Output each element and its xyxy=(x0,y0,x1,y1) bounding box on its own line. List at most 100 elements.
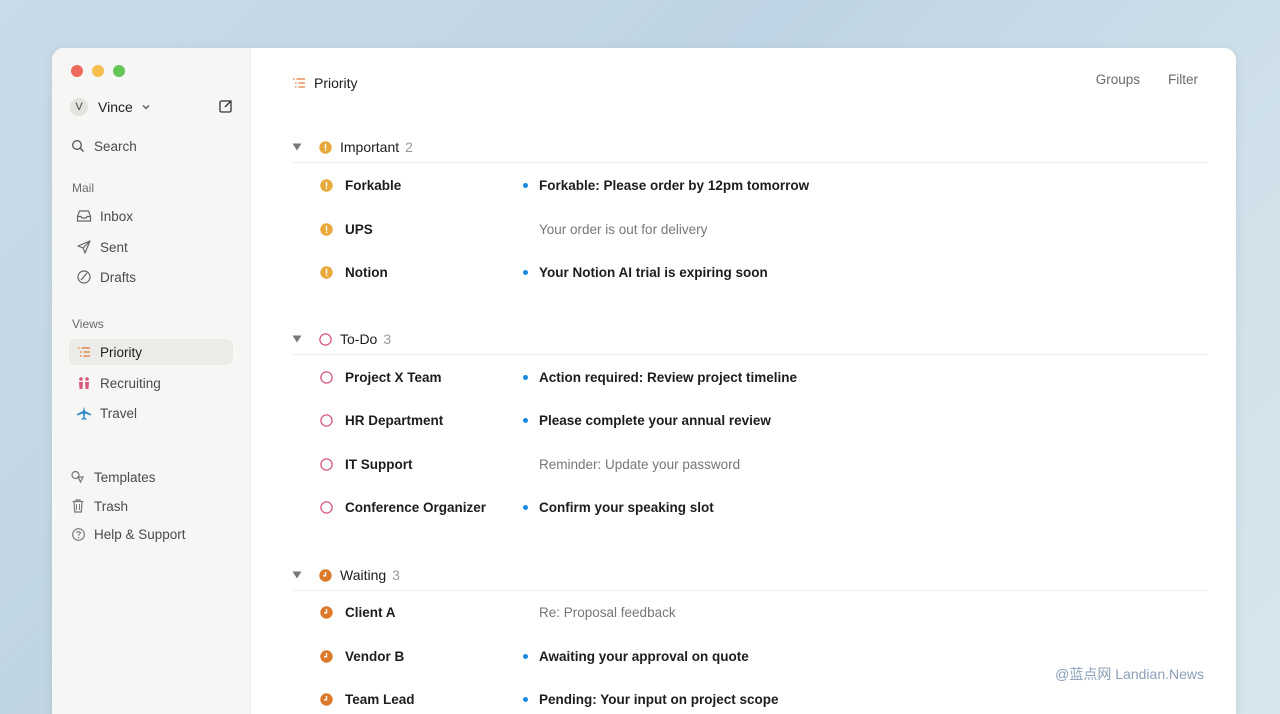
message-row[interactable]: Notion Your Notion AI trial is expiring … xyxy=(320,261,1180,283)
clock-icon xyxy=(319,568,332,582)
search-icon xyxy=(70,138,86,154)
todo-circle-icon xyxy=(320,413,333,427)
group-count: 3 xyxy=(383,331,392,347)
priority-list-icon xyxy=(76,344,92,360)
minimize-window-button[interactable] xyxy=(92,65,104,77)
priority-list-icon xyxy=(292,76,306,90)
message-sender: UPS xyxy=(345,221,373,237)
message-row[interactable]: Team Lead Pending: Your input on project… xyxy=(320,688,1180,710)
message-subject: Action required: Review project timeline xyxy=(539,369,798,385)
clock-icon xyxy=(320,605,333,619)
sidebar: V Vince Search Mail Inbox Sent Drafts Vi… xyxy=(52,48,251,714)
message-row[interactable]: Vendor B Awaiting your approval on quote xyxy=(320,645,1180,667)
sidebar-item-help[interactable]: Help & Support xyxy=(70,521,233,547)
todo-circle-icon xyxy=(319,332,332,346)
message-subject: Your order is out for delivery xyxy=(539,221,708,237)
account-name: Vince xyxy=(98,99,133,115)
search-button[interactable]: Search xyxy=(70,133,233,159)
important-icon xyxy=(320,178,333,192)
sidebar-item-label: Recruiting xyxy=(100,375,161,391)
inbox-icon xyxy=(76,208,92,224)
draft-icon xyxy=(76,269,92,285)
help-icon xyxy=(70,526,86,542)
close-window-button[interactable] xyxy=(71,65,83,77)
sidebar-item-label: Drafts xyxy=(100,269,137,285)
sidebar-item-label: Sent xyxy=(100,239,128,255)
trash-icon xyxy=(70,498,86,514)
message-sender: Team Lead xyxy=(345,691,415,707)
views-section-label: Views xyxy=(72,317,104,331)
message-row[interactable]: IT Support Reminder: Update your passwor… xyxy=(320,453,1180,475)
plane-icon xyxy=(76,405,92,421)
sidebar-item-templates[interactable]: Templates xyxy=(70,464,233,490)
caret-down-icon[interactable] xyxy=(292,335,304,343)
message-sender: Notion xyxy=(345,264,388,280)
todo-circle-icon xyxy=(320,500,333,514)
message-sender: IT Support xyxy=(345,456,413,472)
sidebar-item-label: Trash xyxy=(94,498,129,514)
caret-down-icon[interactable] xyxy=(292,143,304,151)
group-name: Waiting xyxy=(340,567,387,583)
group-header-waiting[interactable]: Waiting 3 xyxy=(292,564,1208,586)
message-list-pane: Priority Groups Filter Important 2 Forka… xyxy=(251,48,1236,714)
sidebar-item-recruiting[interactable]: Recruiting xyxy=(76,370,239,396)
groups-button[interactable]: Groups xyxy=(1096,72,1140,87)
avatar: V xyxy=(70,98,88,116)
chevron-down-icon xyxy=(141,102,151,112)
caret-down-icon[interactable] xyxy=(292,571,304,579)
message-sender: Forkable xyxy=(345,177,402,193)
message-subject: Re: Proposal feedback xyxy=(539,604,676,620)
group-count: 2 xyxy=(405,139,413,155)
window-controls xyxy=(71,65,125,77)
app-window: V Vince Search Mail Inbox Sent Drafts Vi… xyxy=(52,48,1236,714)
message-subject: Please complete your annual review xyxy=(539,412,771,428)
message-sender: HR Department xyxy=(345,412,444,428)
sidebar-item-drafts[interactable]: Drafts xyxy=(76,264,239,290)
message-subject: Forkable: Please order by 12pm tomorrow xyxy=(539,177,810,193)
unread-dot xyxy=(523,269,528,275)
page-title: Priority xyxy=(292,75,358,91)
sidebar-item-travel[interactable]: Travel xyxy=(76,400,239,426)
group-divider xyxy=(292,354,1208,355)
message-row[interactable]: UPS Your order is out for delivery xyxy=(320,218,1180,240)
send-icon xyxy=(76,239,92,255)
unread-dot xyxy=(523,653,528,659)
message-row[interactable]: Forkable Forkable: Please order by 12pm … xyxy=(320,174,1180,196)
sidebar-item-label: Inbox xyxy=(100,208,134,224)
compose-icon[interactable] xyxy=(218,98,234,114)
search-label: Search xyxy=(94,138,137,154)
sidebar-item-inbox[interactable]: Inbox xyxy=(76,203,239,229)
message-subject: Your Notion AI trial is expiring soon xyxy=(539,264,768,280)
message-sender: Vendor B xyxy=(345,648,405,664)
unread-dot xyxy=(523,417,528,423)
message-subject: Pending: Your input on project scope xyxy=(539,691,779,707)
filter-button[interactable]: Filter xyxy=(1168,72,1198,87)
templates-icon xyxy=(70,469,86,485)
important-icon xyxy=(320,265,333,279)
message-row[interactable]: Client A Re: Proposal feedback xyxy=(320,601,1180,623)
message-row[interactable]: Project X Team Action required: Review p… xyxy=(320,366,1180,388)
sidebar-item-priority[interactable]: Priority xyxy=(69,339,233,365)
message-subject: Confirm your speaking slot xyxy=(539,499,714,515)
message-row[interactable]: Conference Organizer Confirm your speaki… xyxy=(320,496,1180,518)
group-count: 3 xyxy=(392,567,400,583)
message-row[interactable]: HR Department Please complete your annua… xyxy=(320,409,1180,431)
unread-dot xyxy=(523,504,528,510)
account-switcher[interactable]: V Vince xyxy=(70,98,234,116)
zoom-window-button[interactable] xyxy=(113,65,125,77)
sidebar-item-sent[interactable]: Sent xyxy=(76,234,239,260)
unread-dot xyxy=(523,696,528,702)
sidebar-item-label: Templates xyxy=(94,469,156,485)
group-divider xyxy=(292,590,1208,591)
message-sender: Conference Organizer xyxy=(345,499,487,515)
group-header-important[interactable]: Important 2 xyxy=(292,136,1208,158)
sidebar-item-label: Priority xyxy=(100,344,143,360)
sidebar-item-trash[interactable]: Trash xyxy=(70,493,233,519)
group-header-todo[interactable]: To-Do 3 xyxy=(292,328,1208,350)
clock-icon xyxy=(320,692,333,706)
watermark: @蓝点网 Landian.News xyxy=(1055,666,1204,682)
unread-dot xyxy=(523,182,528,188)
people-icon xyxy=(76,375,92,391)
group-divider xyxy=(292,162,1208,163)
message-subject: Awaiting your approval on quote xyxy=(539,648,749,664)
